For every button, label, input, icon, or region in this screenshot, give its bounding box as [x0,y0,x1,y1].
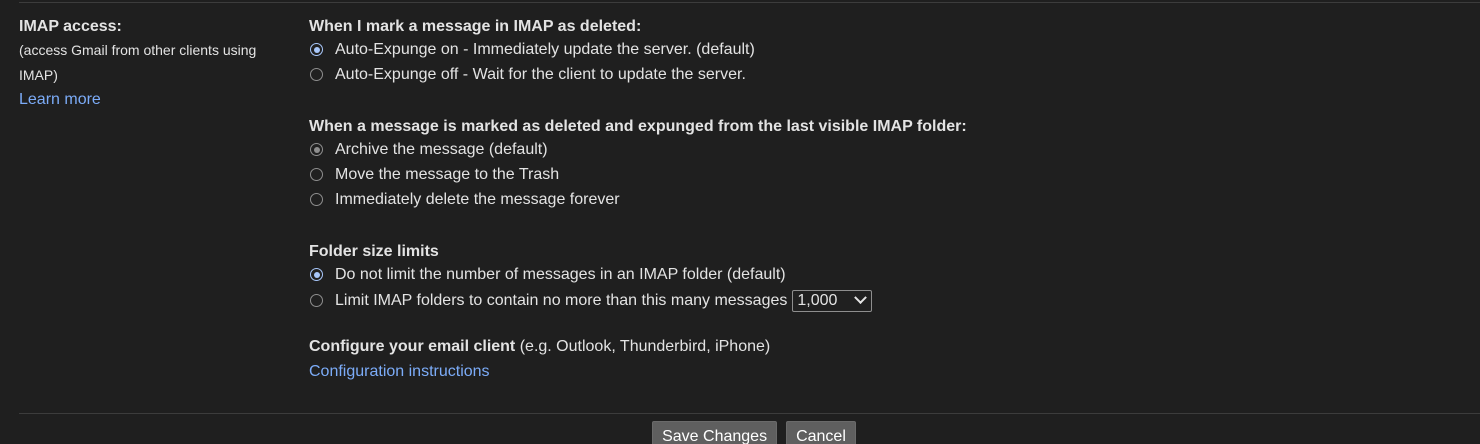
radio-button-checked[interactable] [310,43,323,56]
radio-label: Auto-Expunge on - Immediately update the… [335,41,755,58]
folder-limit-select[interactable]: 1,000 [792,289,873,312]
cancel-button[interactable]: Cancel [786,421,856,444]
learn-more-link[interactable]: Learn more [19,90,101,110]
action-buttons: Save Changes Cancel [0,421,1480,444]
folder-limits-section-title: Folder size limits [309,243,439,260]
radio-button-checked-disabled[interactable] [310,143,323,156]
radio-label: Immediately delete the message forever [335,191,620,208]
configure-client-hint: (e.g. Outlook, Thunderbird, iPhone) [515,338,771,355]
radio-option-limit-folders[interactable]: Limit IMAP folders to contain no more th… [309,287,1469,314]
radio-button[interactable] [310,294,323,307]
deleted-action-section-title: When a message is marked as deleted and … [309,118,967,135]
configuration-instructions-link[interactable]: Configuration instructions [309,362,490,382]
settings-content-column: When I mark a message in IMAP as deleted… [309,17,1469,382]
chevron-down-icon [854,291,868,305]
settings-label-column: IMAP access: (access Gmail from other cl… [19,17,294,110]
radio-button-checked[interactable] [310,268,323,281]
radio-option-auto-expunge-on[interactable]: Auto-Expunge on - Immediately update the… [309,37,1469,62]
imap-settings-page: IMAP access: (access Gmail from other cl… [0,0,1480,444]
radio-label: Do not limit the number of messages in a… [335,266,786,283]
radio-option-no-limit[interactable]: Do not limit the number of messages in a… [309,262,1469,287]
expunge-section-title: When I mark a message in IMAP as deleted… [309,18,642,35]
radio-button[interactable] [310,168,323,181]
radio-option-archive[interactable]: Archive the message (default) [309,137,1469,162]
radio-button[interactable] [310,193,323,206]
configure-client-line: Configure your email client (e.g. Outloo… [309,337,1469,362]
folder-limit-selected-value: 1,000 [797,292,838,309]
radio-label: Limit IMAP folders to contain no more th… [335,292,788,309]
radio-button[interactable] [310,68,323,81]
imap-access-title: IMAP access: [19,18,122,35]
imap-access-description: (access Gmail from other clients using I… [19,42,257,83]
radio-label: Auto-Expunge off - Wait for the client t… [335,66,746,83]
configure-client-title: Configure your email client [309,338,516,355]
radio-label: Archive the message (default) [335,141,548,158]
bottom-divider [19,413,1480,414]
radio-label: Move the message to the Trash [335,166,560,183]
radio-option-delete-forever[interactable]: Immediately delete the message forever [309,187,1469,212]
radio-option-auto-expunge-off[interactable]: Auto-Expunge off - Wait for the client t… [309,62,1469,87]
radio-option-move-to-trash[interactable]: Move the message to the Trash [309,162,1469,187]
top-divider [19,2,1480,3]
save-changes-button[interactable]: Save Changes [652,421,778,444]
